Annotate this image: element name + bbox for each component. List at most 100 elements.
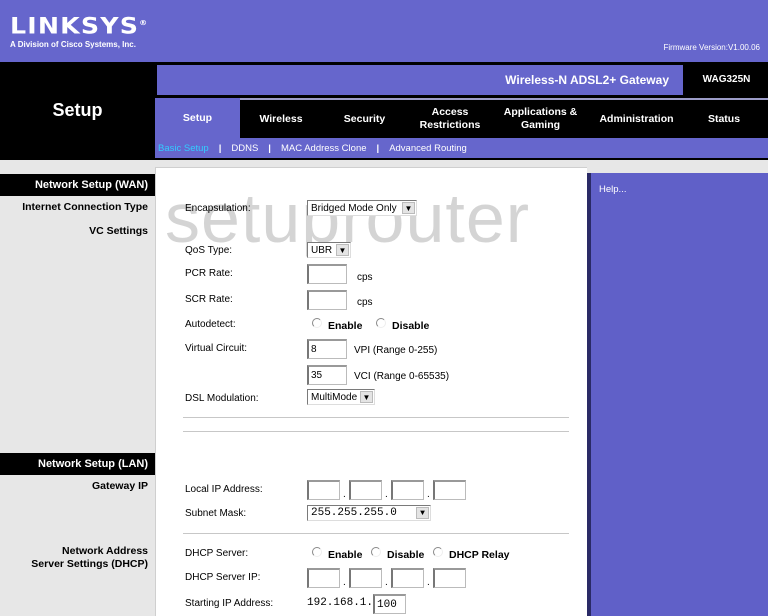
dhcp-server-ip-octet-4[interactable] [433,568,466,588]
dhcp-server-ip-label: DHCP Server IP: [185,572,261,583]
local-ip-octet-1[interactable] [307,480,340,500]
subnav-mac-address-clone[interactable]: MAC Address Clone [281,143,367,154]
tab-label: Access Restrictions [419,106,481,131]
encapsulation-select[interactable]: Bridged Mode Only ▼ [307,200,417,216]
tab-label: Applications & Gaming [503,106,578,131]
scr-rate-unit: cps [357,297,373,308]
tab-security[interactable]: Security [322,100,407,138]
divider [183,533,569,534]
vpi-input[interactable]: 8 [307,339,347,359]
ip-dot: . [427,577,430,588]
radio-icon [376,318,386,328]
encapsulation-value: Bridged Mode Only [311,202,397,214]
sidebar-vc-settings: VC Settings [89,225,148,237]
subnet-mask-value: 255.255.255.0 [311,507,397,519]
radio-label: Enable [328,320,363,332]
tab-applications-gaming[interactable]: Applications & Gaming [493,100,588,138]
ip-dot: . [343,489,346,500]
top-banner: LINKSYS® A Division of Cisco Systems, In… [0,0,768,62]
tab-label: Status [707,112,741,125]
radio-icon [312,318,322,328]
chevron-down-icon: ▼ [416,507,429,519]
subnet-mask-select[interactable]: 255.255.255.0 ▼ [307,505,431,521]
ip-dot: . [385,489,388,500]
pcr-rate-label: PCR Rate: [185,268,233,279]
scr-rate-label: SCR Rate: [185,294,233,305]
starting-ip-input[interactable]: 100 [373,594,406,614]
tab-administration[interactable]: Administration [588,100,685,138]
dsl-modulation-select[interactable]: MultiMode ▼ [307,389,375,405]
dhcp-enable-radio[interactable]: Enable [312,547,363,561]
dhcp-disable-radio[interactable]: Disable [371,547,425,561]
tab-label: Wireless [259,112,303,125]
dhcp-relay-radio[interactable]: DHCP Relay [433,547,510,561]
autodetect-label: Autodetect: [185,319,236,330]
firmware-version: Firmware Version:V1.00.06 [663,43,761,52]
local-ip-octet-2[interactable] [349,480,382,500]
local-ip-label: Local IP Address: [185,484,263,495]
tab-access-restrictions[interactable]: Access Restrictions [407,100,493,138]
help-link[interactable]: Help... [599,184,626,195]
radio-icon [312,547,322,557]
sidebar-dhcp-line2: Server Settings (DHCP) [31,558,148,570]
radio-icon [371,547,381,557]
dhcp-server-label: DHCP Server: [185,548,249,559]
starting-ip-label: Starting IP Address: [185,598,274,609]
dhcp-server-ip-octet-2[interactable] [349,568,382,588]
scr-rate-input[interactable] [307,290,347,310]
tab-wireless[interactable]: Wireless [240,100,322,138]
subnet-mask-label: Subnet Mask: [185,508,247,519]
radio-label: DHCP Relay [449,549,510,561]
chevron-down-icon: ▼ [336,244,349,256]
qos-type-value: UBR [311,244,333,256]
starting-ip-prefix: 192.168.1. [307,597,374,609]
local-ip-octet-4[interactable] [433,480,466,500]
brand-tagline: A Division of Cisco Systems, Inc. [10,40,136,50]
ip-dot: . [343,577,346,588]
tab-label: Setup [182,111,213,124]
radio-label: Enable [328,549,363,561]
autodetect-enable-radio[interactable]: Enable [312,318,363,332]
autodetect-disable-radio[interactable]: Disable [376,318,430,332]
dhcp-server-ip-octet-3[interactable] [391,568,424,588]
subnav-separator: | [376,142,380,154]
virtual-circuit-label: Virtual Circuit: [185,343,248,354]
subnav-basic-setup[interactable]: Basic Setup [158,143,209,154]
section-header-lan: Network Setup (LAN) [0,453,155,475]
divider [183,431,569,432]
ip-dot: . [427,489,430,500]
subnav-advanced-routing[interactable]: Advanced Routing [389,143,467,154]
local-ip-octet-3[interactable] [391,480,424,500]
vpi-hint: VPI (Range 0-255) [354,345,438,356]
vci-input[interactable]: 35 [307,365,347,385]
divider [183,417,569,418]
page-title: Setup [52,100,103,120]
ip-dot: . [385,577,388,588]
help-panel: Help... [587,173,768,616]
sidebar-dhcp-settings: Network Address Server Settings (DHCP) [0,545,148,571]
radio-icon [433,547,443,557]
radio-label: Disable [392,320,430,332]
model-number: WAG325N [702,74,751,85]
qos-type-select[interactable]: UBR ▼ [307,242,351,258]
pcr-rate-input[interactable] [307,264,347,284]
tab-status[interactable]: Status [685,100,763,138]
vci-hint: VCI (Range 0-65535) [354,371,450,382]
radio-label: Disable [387,549,425,561]
sidebar-dhcp-line1: Network Address [62,545,148,557]
chevron-down-icon: ▼ [360,391,373,403]
subnav-ddns[interactable]: DDNS [231,143,258,154]
pcr-rate-unit: cps [357,272,373,283]
subnav-separator: | [268,142,271,154]
subnav-separator: | [218,142,222,154]
dhcp-server-ip-octet-1[interactable] [307,568,340,588]
registered-mark: ® [139,19,149,27]
sidebar-internet-connection-type: Internet Connection Type [22,201,148,213]
dsl-modulation-value: MultiMode [311,391,358,403]
dsl-modulation-label: DSL Modulation: [185,393,259,404]
section-header-wan: Network Setup (WAN) [0,174,155,196]
main-tabs: Setup Wireless Security Access Restricti… [155,98,768,138]
tab-label: Administration [599,112,674,125]
tab-setup[interactable]: Setup [155,98,240,138]
brand-name: LINKSYS [10,14,140,40]
